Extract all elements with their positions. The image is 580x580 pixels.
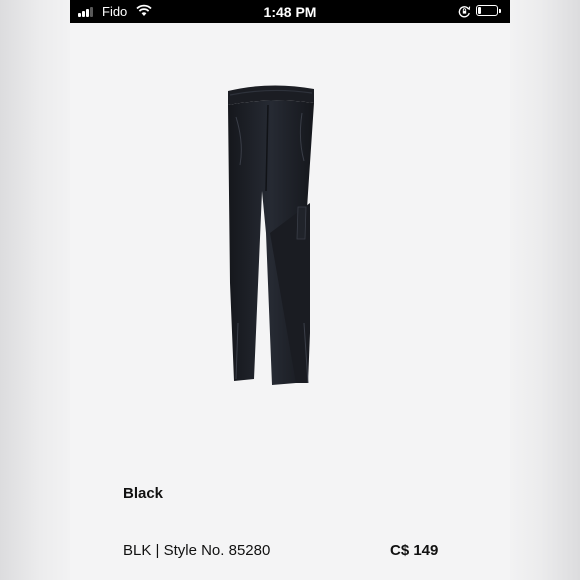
pants-image[interactable] xyxy=(210,83,330,393)
battery-icon xyxy=(476,5,501,16)
status-bar: Fido 1:48 PM xyxy=(70,0,510,23)
battery-fill xyxy=(478,7,481,14)
style-number: BLK | Style No. 85280 xyxy=(123,542,271,559)
product-page: Black BLK | Style No. 85280 C$ 149 xyxy=(70,23,510,580)
phone-screenshot: Fido 1:48 PM Black BLK | Style No. 85280… xyxy=(0,0,580,580)
price: C$ 149 xyxy=(390,542,439,559)
status-time: 1:48 PM xyxy=(263,4,317,20)
orientation-lock-icon xyxy=(458,5,471,23)
color-variant-label: Black xyxy=(123,485,164,502)
